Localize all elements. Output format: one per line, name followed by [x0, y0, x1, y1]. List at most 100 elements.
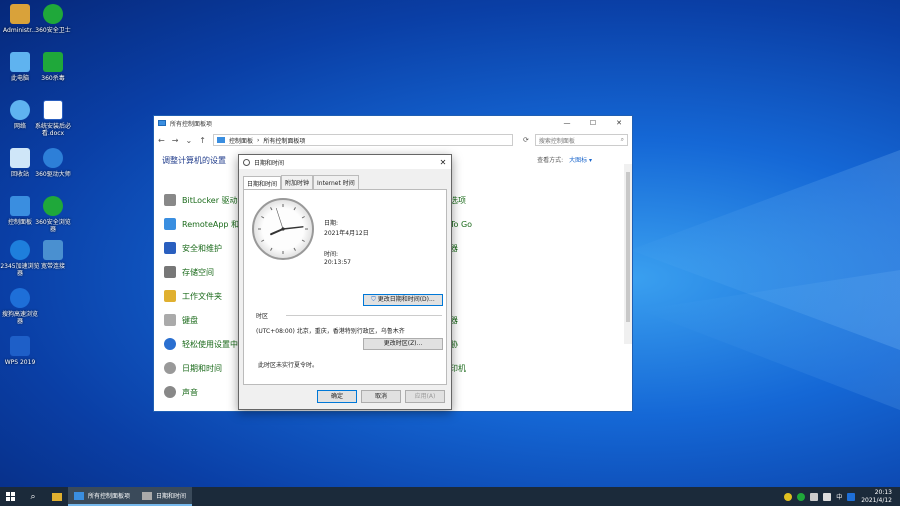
refresh-icon[interactable]: ⟳ [523, 136, 529, 144]
tab-internet-time[interactable]: Internet 时间 [313, 175, 359, 189]
maximize-button[interactable]: ☐ [580, 119, 606, 127]
bitlocker-icon [164, 194, 176, 206]
speaker-icon [164, 386, 176, 398]
input-method-icon[interactable] [847, 492, 856, 501]
wps-icon [10, 336, 30, 356]
cp-item-label: 键盘 [182, 315, 198, 325]
clock-face-icon [258, 204, 308, 254]
address-bar[interactable]: 控制面板 › 所有控制面板项 [212, 134, 513, 146]
date-label: 日期: [324, 220, 339, 227]
cp-item-right[interactable] [450, 260, 472, 284]
breadcrumb-control-panel[interactable]: 控制面板 [229, 136, 253, 145]
dropdown-chevron-icon[interactable]: ⌄ [185, 136, 193, 145]
forward-arrow-icon[interactable]: → [172, 136, 180, 145]
shield-icon [43, 52, 63, 72]
tray-clock[interactable]: 20:13 2021/4/12 [861, 489, 900, 505]
360-tray-icon[interactable] [784, 492, 793, 501]
remoteapp-icon [164, 218, 176, 230]
dialog-titlebar[interactable]: 日期和时间 ✕ [239, 155, 451, 169]
cp-item-remoteapp[interactable]: RemoteApp 和桌 [164, 212, 247, 236]
minimize-button[interactable]: — [554, 119, 580, 127]
back-arrow-icon[interactable]: ← [158, 136, 166, 145]
cp-item-label: 选项 [450, 195, 466, 205]
window-title: 所有控制面板项 [170, 120, 213, 128]
taskbar-date-time[interactable]: 日期和时间 [136, 487, 193, 506]
desktop-icon-label: 360安全卫士 [35, 27, 71, 34]
tray-date: 2021/4/12 [861, 496, 892, 504]
cp-item-right[interactable]: 器 [450, 308, 472, 332]
scrollbar-thumb[interactable] [626, 172, 630, 322]
change-date-time-label: 更改日期和时间(D)... [377, 296, 435, 303]
shield-tray-icon[interactable] [797, 492, 806, 501]
view-by-dropdown[interactable]: 大图标 ▾ [569, 157, 592, 164]
network-icon[interactable] [810, 492, 819, 501]
desktop-icon-broadband[interactable]: 宽带连接 [33, 240, 73, 270]
keyboard-icon [164, 314, 176, 326]
breadcrumb-all-items[interactable]: 所有控制面板项 [263, 136, 305, 145]
storage-icon [164, 266, 176, 278]
cp-item-right[interactable]: 器 [450, 236, 472, 260]
search-icon[interactable]: ⌕ [20, 492, 46, 502]
taskbar-button-label: 所有控制面板项 [88, 493, 131, 500]
desktop-icon-360-browser[interactable]: 360安全浏览器 [33, 196, 73, 233]
control-panel-icon [158, 120, 166, 126]
apply-button[interactable]: 应用(A) [405, 390, 445, 403]
clock-tick [261, 216, 265, 219]
browser-icon [10, 240, 30, 260]
windows-logo-icon [5, 492, 15, 501]
clock-tick [261, 239, 265, 242]
volume-icon[interactable] [823, 492, 832, 501]
cp-item-keyboard[interactable]: 键盘 [164, 308, 247, 332]
dialog-tabs: 日期和时间 附加时钟 Internet 时间 [239, 169, 451, 190]
ok-button[interactable]: 确定 [317, 390, 357, 403]
tray-time: 20:13 [874, 488, 892, 496]
search-icon: ⌕ [620, 136, 624, 143]
dialog-title: 日期和时间 [254, 159, 285, 167]
up-arrow-icon[interactable]: ↑ [199, 136, 207, 145]
desktop-icon-label: 系统安装后必看.docx [34, 123, 71, 137]
scrollbar[interactable] [624, 164, 632, 344]
window-titlebar[interactable]: 所有控制面板项 — ☐ ✕ [154, 116, 632, 130]
desktop-icon-docx[interactable]: 系统安装后必看.docx [33, 100, 73, 137]
clock-tick [301, 216, 305, 219]
control-panel-icon [74, 491, 84, 500]
cp-item-sound[interactable]: 声音 [164, 380, 247, 404]
cp-item-right[interactable]: 选项 [450, 188, 472, 212]
cp-item-right[interactable]: To Go [450, 212, 472, 236]
cp-item-work-folders[interactable]: 工作文件夹 [164, 284, 247, 308]
cp-item-date-time[interactable]: 日期和时间 [164, 356, 247, 380]
cp-item-right[interactable] [450, 284, 472, 308]
cp-item-bitlocker[interactable]: BitLocker 驱动器 [164, 188, 247, 212]
desktop-icon-360-antivirus[interactable]: 360杀毒 [33, 52, 73, 82]
start-button[interactable] [0, 487, 20, 506]
close-button[interactable]: ✕ [606, 119, 632, 127]
cp-item-right[interactable]: 印机 [450, 356, 472, 380]
tab-additional-clocks[interactable]: 附加时钟 [281, 175, 314, 189]
user-folder-icon [10, 4, 30, 24]
cp-item-storage[interactable]: 存储空间 [164, 260, 247, 284]
close-icon[interactable]: ✕ [435, 158, 451, 167]
control-panel-items-left: BitLocker 驱动器 RemoteApp 和桌 安全和维护 存储空间 工作… [164, 188, 247, 404]
cp-item-label: 工作文件夹 [182, 291, 222, 301]
system-tray: 中 [784, 492, 861, 501]
view-by-label: 查看方式: [537, 157, 564, 164]
taskbar-control-panel[interactable]: 所有控制面板项 [68, 487, 137, 506]
cp-item-security[interactable]: 安全和维护 [164, 236, 247, 260]
desktop-icon-wps[interactable]: WPS 2019 [0, 336, 40, 366]
cp-item-right[interactable]: 胁 [450, 332, 472, 356]
tab-date-time[interactable]: 日期和时间 [243, 176, 282, 190]
desktop-icon-360-safe[interactable]: 360安全卫士 [33, 4, 73, 34]
ime-indicator[interactable]: 中 [836, 492, 842, 501]
desktop-icon-sogou-browser[interactable]: 搜狗高速浏览器 [0, 288, 40, 325]
cp-item-label: BitLocker 驱动器 [182, 195, 246, 205]
clock-icon [243, 158, 250, 166]
taskbar-file-explorer[interactable] [46, 487, 68, 506]
search-input[interactable]: 搜索控制面板 ⌕ [534, 134, 628, 146]
browser-icon [43, 196, 63, 216]
change-date-time-button[interactable]: ⛉ 更改日期和时间(D)... [363, 294, 443, 306]
clock-tick [270, 247, 273, 251]
desktop-icon-360-driver[interactable]: 360驱动大师 [33, 148, 73, 178]
cp-item-ease-of-access[interactable]: 轻松使用设置中 [164, 332, 247, 356]
change-timezone-button[interactable]: 更改时区(Z)... [363, 338, 443, 350]
cancel-button[interactable]: 取消 [361, 390, 401, 403]
